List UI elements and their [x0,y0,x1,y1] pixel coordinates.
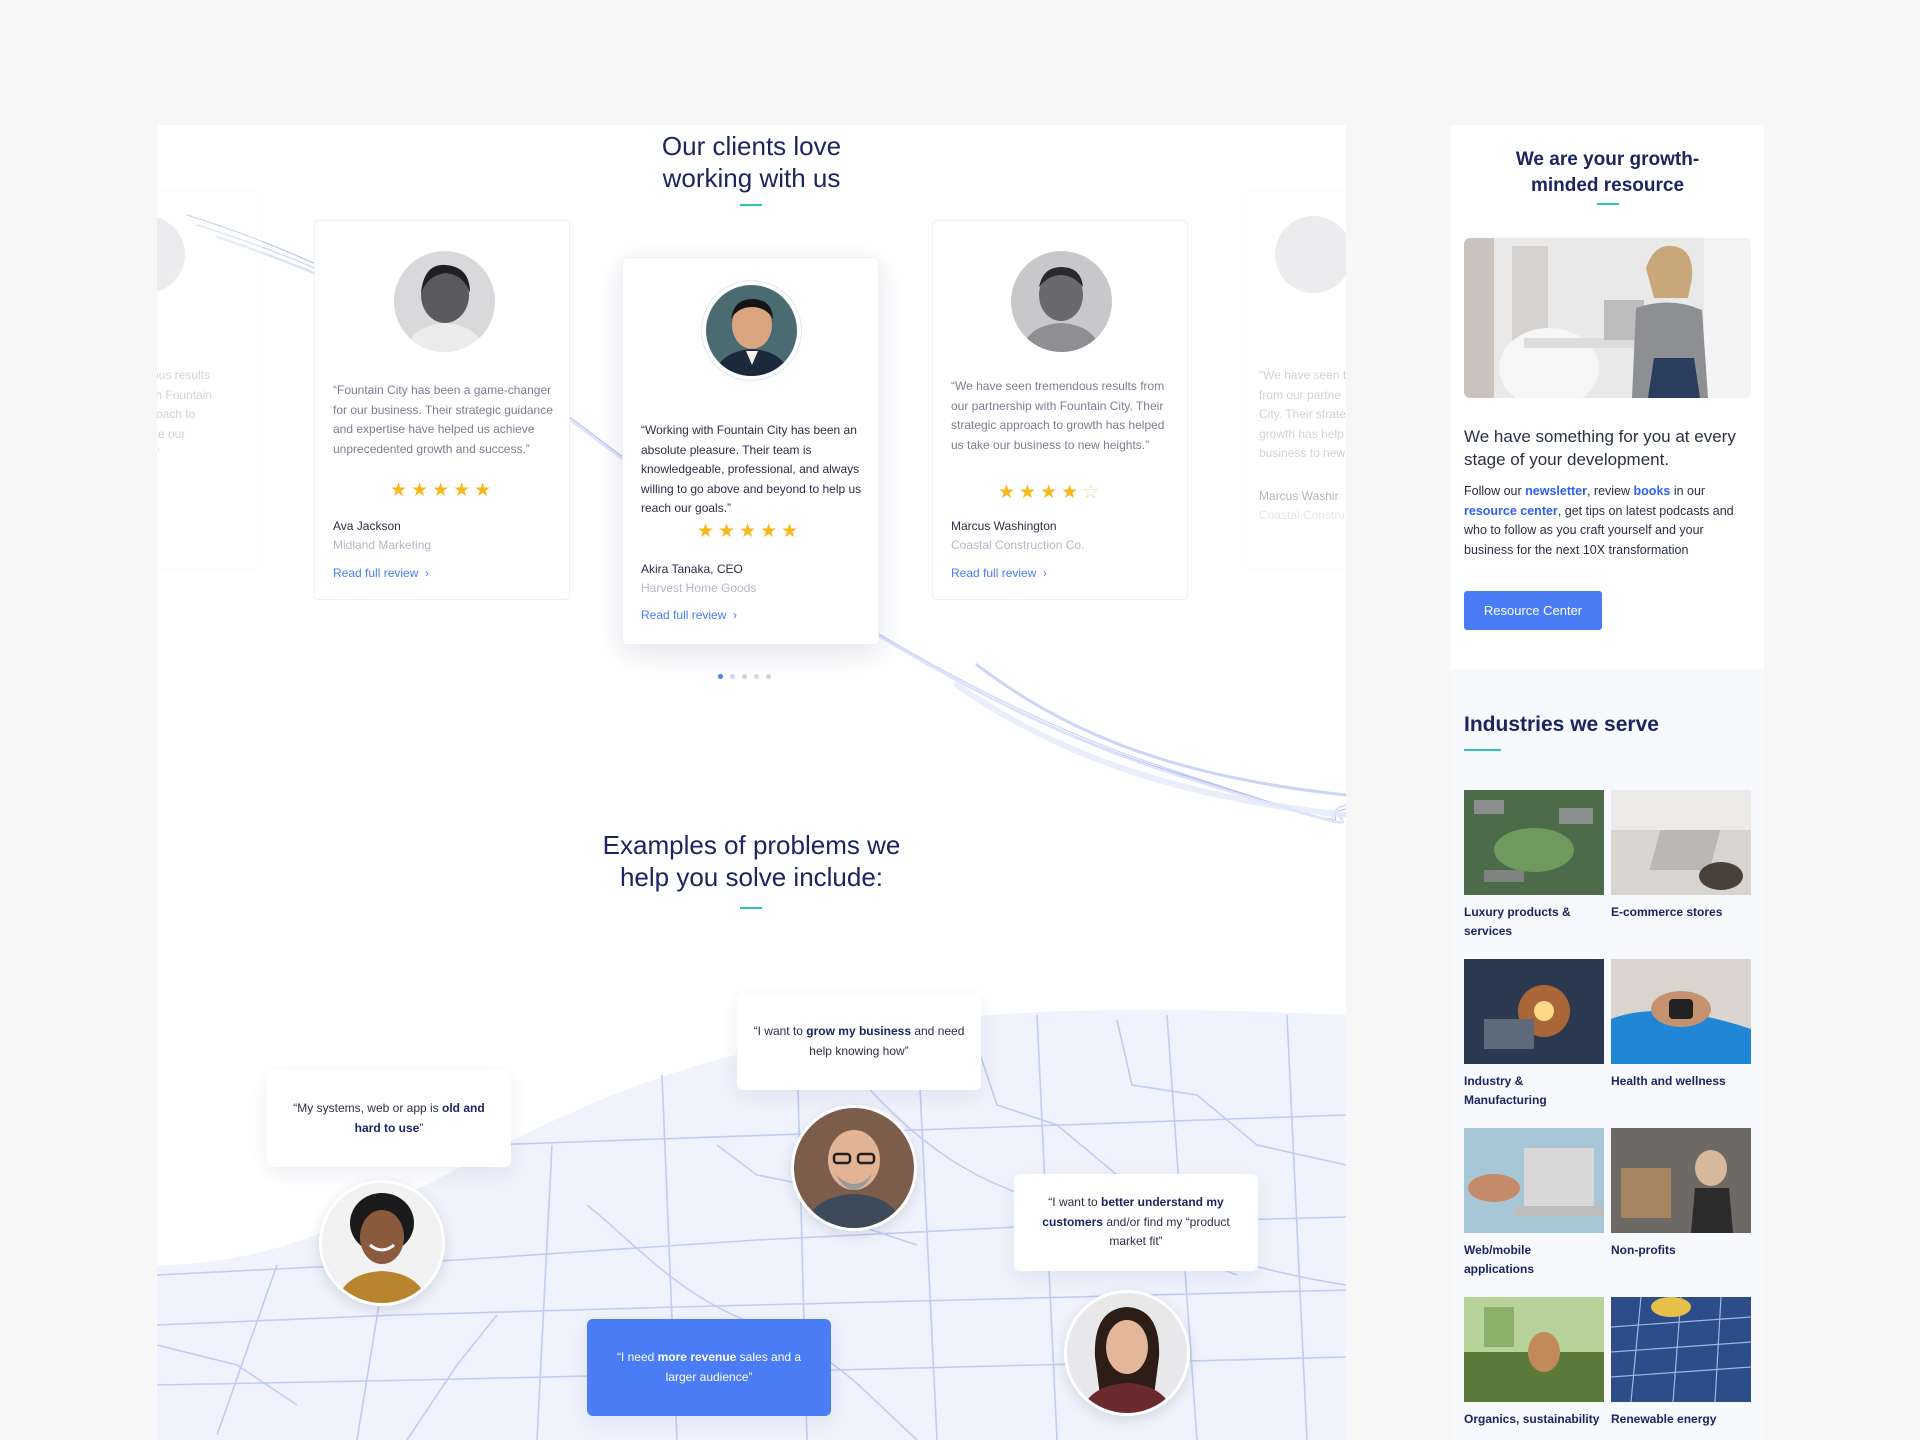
chevron-right-icon: › [726,608,738,622]
testimonial-company: Midland Marketing [333,538,432,552]
industry-image [1611,1297,1751,1402]
industry-label: Health and wellness [1611,1074,1726,1088]
read-full-review-link[interactable]: Read full review › [641,608,737,622]
carousel-dot-1[interactable] [718,674,723,679]
testimonials-heading: Our clients love working with us [661,131,842,193]
testimonial-author: Marcus Washington [951,519,1057,533]
sidebar-title: We are your growth- minded resource [1515,149,1700,196]
sidebar-body-text: Follow our newsletter, review books in o… [1464,484,1734,557]
heading-accent [740,204,762,206]
industry-label: Renewable energy [1611,1412,1717,1426]
problem-bubble-more-revenue: “I need more revenue sales and a larger … [587,1319,831,1416]
industry-label: E-commerce stores [1611,905,1723,919]
carousel-dot-2[interactable] [730,674,735,679]
carousel-dot-5[interactable] [766,674,771,679]
industry-tile-ecommerce[interactable]: E-commerce stores [1611,790,1751,922]
industry-image [1464,790,1604,895]
industries-heading: Industries we serve [1464,713,1659,736]
testimonials-panel: Our clients love working with us ous res… [157,125,1346,1440]
testimonial-author: Akira Tanaka, CEO [641,562,743,576]
avatar-marcus-washington [1011,251,1112,352]
testimonial-quote: “Fountain City has been a game-changer f… [333,383,553,456]
sidebar-panel: We are your growth- minded resource We h… [1451,125,1764,1440]
woman-at-laptop-photo [1464,238,1751,398]
star-rating: ★★★★★ [390,480,496,501]
industry-label: Organics, sustainability [1464,1412,1600,1426]
problem-bubble-understand-customers: “I want to better understand my customer… [1014,1174,1258,1271]
industry-tile-manufacturing[interactable]: Industry & Manufacturing [1464,959,1604,1110]
avatar [157,216,185,293]
industry-image [1464,1128,1604,1233]
read-full-review-link[interactable]: Read full review › [951,566,1047,580]
industry-image [1611,790,1751,895]
heading-accent [1464,749,1501,751]
avatar-woman-curly-hair [319,1180,445,1306]
chevron-right-icon: › [418,566,430,580]
industry-image [1464,1297,1604,1402]
avatar-bald-man-glasses [791,1105,917,1231]
testimonial-company: Harvest Home Goods [641,581,757,595]
avatar [1275,216,1346,293]
avatar-ava-jackson [394,251,495,352]
testimonial-card-marcus-washington[interactable]: “We have seen tremendous results from ou… [932,220,1188,600]
testimonial-card-partial-left[interactable]: ous results th Fountain roach to ke our … [157,190,262,570]
problem-bubble-grow-business: “I want to grow my business and need hel… [737,993,981,1090]
industry-tile-renewable[interactable]: Renewable energy [1611,1297,1751,1429]
testimonial-quote: “Working with Fountain City has been an … [641,423,862,515]
industry-label: Web/mobile applications [1464,1243,1535,1276]
industry-tile-organics[interactable]: Organics, sustainability [1464,1297,1604,1429]
industry-tile-web-mobile[interactable]: Web/mobile applications [1464,1128,1604,1279]
testimonial-card-partial-right[interactable]: “We have seen t from our partne City. Th… [1242,190,1346,570]
read-full-review-link[interactable]: Read full review › [333,566,429,580]
testimonial-company: Coastal Constru [1259,508,1346,522]
testimonial-author: Marcus Washir [1259,489,1339,503]
resource-center-link[interactable]: resource center [1464,504,1558,518]
testimonial-card-akira-tanaka[interactable]: “Working with Fountain City has been an … [622,257,879,645]
industry-tile-luxury[interactable]: Luxury products & services [1464,790,1604,941]
industry-label: Non-profits [1611,1243,1676,1257]
testimonial-company: Coastal Construction Co. [951,538,1085,552]
industry-label: Luxury products & services [1464,905,1571,938]
resource-center-button[interactable]: Resource Center [1464,591,1602,630]
industry-tile-health[interactable]: Health and wellness [1611,959,1751,1091]
star-rating: ★★★★★ [697,521,803,542]
testimonial-card-ava-jackson[interactable]: “Fountain City has been a game-changer f… [314,220,570,600]
avatar-woman-dark-hair [1064,1290,1190,1416]
star-rating: ★★★★☆ [998,482,1104,503]
testimonial-quote: ous results th Fountain roach to ke our … [157,368,213,460]
industry-image [1611,1128,1751,1233]
testimonial-quote: “We have seen t from our partne City. Th… [1259,368,1346,460]
chevron-right-icon: › [1036,566,1048,580]
testimonial-quote: “We have seen tremendous results from ou… [951,379,1165,452]
industry-tile-nonprofits[interactable]: Non-profits [1611,1128,1751,1260]
carousel-pagination [718,674,771,679]
sidebar-lead-text: We have something for you at every stage… [1464,427,1736,469]
carousel-dot-3[interactable] [742,674,747,679]
books-link[interactable]: books [1634,484,1671,498]
industry-label: Industry & Manufacturing [1464,1074,1547,1107]
industry-image [1464,959,1604,1064]
problem-bubble-old-systems: “My systems, web or app is old and hard … [267,1070,511,1167]
newsletter-link[interactable]: newsletter [1525,484,1587,498]
carousel-dot-4[interactable] [754,674,759,679]
testimonial-author: Ava Jackson [333,519,401,533]
heading-accent [1597,203,1619,205]
avatar-akira-tanaka [701,280,802,381]
industry-image [1611,959,1751,1064]
